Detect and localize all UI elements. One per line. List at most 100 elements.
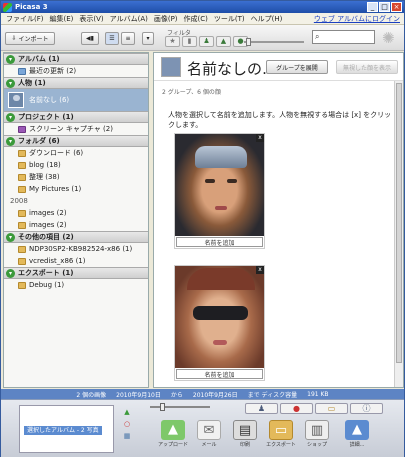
status-bar: 2 個の画像 2010年9月10日 から 2010年9月26日 まで ディスク容… — [1, 389, 404, 399]
print-button[interactable]: ▤ 印刷 — [227, 420, 263, 456]
section-albums[interactable]: ▾ アルバム (1) — [4, 53, 148, 65]
collapse-icon[interactable]: ▾ — [6, 112, 15, 122]
collapse-icon[interactable]: ▾ — [6, 268, 15, 278]
email-button[interactable]: ✉ メール — [191, 420, 227, 456]
menu-picture[interactable]: 画像(P) — [151, 14, 181, 24]
selected-album-label: 選択したアルバム - 2 写真 — [24, 426, 102, 435]
filter-slider[interactable] — [244, 38, 304, 46]
sidebar-item-folder[interactable]: images (2) — [4, 219, 148, 231]
shop-button[interactable]: ▥ ショップ — [299, 420, 335, 456]
sidebar-item-label: 最近の更新 (2) — [29, 67, 77, 75]
menu-album[interactable]: アルバム(A) — [107, 14, 151, 24]
sidebar-item-recent[interactable]: 最近の更新 (2) — [4, 65, 148, 77]
slideshow-button[interactable]: ◀▮ — [81, 32, 99, 45]
sidebar-item-folder[interactable]: 整理 (38) — [4, 171, 148, 183]
menu-file[interactable]: ファイル(F) — [3, 14, 47, 24]
sidebar-item-screen-capture[interactable]: スクリーン キャプチャ (2) — [4, 123, 148, 135]
sidebar-item-folder[interactable]: NDP30SP2-KB982524-x86 (1) — [4, 243, 148, 255]
filter-faces-button[interactable]: ♟ — [199, 36, 214, 47]
view-list-button[interactable]: ☰ — [105, 32, 119, 45]
web-album-login-link[interactable]: ウェブ アルバムにログイン — [314, 14, 400, 24]
sidebar-item-folder[interactable]: images (2) — [4, 207, 148, 219]
section-projects[interactable]: ▾ プロジェクト (1) — [4, 111, 148, 123]
section-other[interactable]: ▾ その他の項目 (2) — [4, 231, 148, 243]
add-to-album-button[interactable]: ▦ — [120, 432, 134, 441]
thumbnail-size-slider[interactable] — [150, 403, 210, 411]
face-thumbnail[interactable]: x — [175, 266, 264, 368]
face-card[interactable]: x 名前を追加 — [174, 133, 265, 249]
sidebar-item-folder[interactable]: vcredist_x86 (1) — [4, 255, 148, 267]
view-dropdown-button[interactable]: ▾ — [142, 32, 154, 45]
group-summary: 2 グループ、6 個の顔 — [162, 89, 221, 96]
menu-help[interactable]: ヘルプ(H) — [248, 14, 286, 24]
picasa-app-icon — [3, 2, 12, 12]
export-button[interactable]: ▭ エクスポート — [263, 420, 299, 456]
star-icon: ★ — [169, 37, 176, 45]
more-button[interactable]: ▲ 詳細... — [339, 420, 375, 456]
people-tool-button[interactable]: ♟ — [245, 403, 278, 414]
sidebar-item-folder[interactable]: Debug (1) — [4, 279, 148, 291]
person-name[interactable]: 名前なしの… — [187, 58, 277, 79]
location-pin-icon: ● — [237, 37, 244, 45]
tray-selection[interactable]: 選択したアルバム - 2 写真 — [19, 405, 114, 453]
menu-create[interactable]: 作成(C) — [181, 14, 211, 24]
close-button[interactable]: × — [391, 2, 402, 12]
add-name-field[interactable]: 名前を追加 — [176, 237, 263, 247]
maximize-button[interactable]: □ — [379, 2, 390, 12]
sidebar-item-label: images (2) — [29, 221, 67, 229]
instruction-text: 人物を選択して名前を追加します。人物を無視する場合は [x] をクリックします。 — [168, 111, 392, 129]
collapse-icon[interactable]: ▾ — [6, 136, 15, 146]
slider-knob[interactable] — [160, 403, 165, 411]
scrollbar-thumb[interactable] — [396, 83, 402, 363]
sidebar-item-folder[interactable]: blog (18) — [4, 159, 148, 171]
filter-video-button[interactable]: ▮ — [182, 36, 197, 47]
collapse-icon[interactable]: ▾ — [6, 232, 15, 242]
year-divider: 2008 — [10, 197, 28, 205]
folder-icon — [18, 221, 26, 229]
section-title: その他の項目 (2) — [18, 233, 74, 241]
filter-slider-knob[interactable] — [246, 38, 251, 46]
upload-button[interactable]: ▲ アップロード — [155, 420, 191, 456]
menu-edit[interactable]: 編集(E) — [47, 14, 77, 24]
section-folders[interactable]: ▾ フォルダ (6) — [4, 135, 148, 147]
sidebar-item-folder[interactable]: ダウンロード (6) — [4, 147, 148, 159]
import-button[interactable]: ⇩ インポート — [5, 32, 55, 45]
library-sidebar: ▾ アルバム (1) 最近の更新 (2) ▾ 人物 (1) 名前なし (6) ▾ プロ… — [3, 52, 149, 388]
folder-icon — [18, 281, 26, 289]
vertical-scrollbar[interactable] — [394, 81, 403, 387]
face-card[interactable]: x 名前を追加 — [174, 265, 265, 381]
menu-view[interactable]: 表示(V) — [76, 14, 106, 24]
show-ignored-button[interactable]: 無視した顔を表示 — [336, 60, 398, 74]
sidebar-item-folder[interactable]: My Pictures (1) — [4, 183, 148, 195]
section-title: 人物 (1) — [18, 79, 46, 87]
section-export[interactable]: ▾ エクスポート (1) — [4, 267, 148, 279]
sidebar-item-unnamed[interactable]: 名前なし (6) — [4, 89, 148, 111]
tags-tool-button[interactable]: ▭ — [315, 403, 348, 414]
face-thumbnail[interactable]: x — [175, 134, 264, 236]
sparkle-icon: ✺ — [382, 29, 395, 47]
filter-starred-button[interactable]: ★ — [165, 36, 180, 47]
minimize-button[interactable]: _ — [367, 2, 378, 12]
folder-icon — [18, 209, 26, 217]
places-tool-button[interactable]: ● — [280, 403, 313, 414]
add-name-field[interactable]: 名前を追加 — [176, 369, 263, 379]
people-header: 名前なしの… グループを展開 無視した顔を表示 — [154, 53, 403, 81]
hold-button[interactable]: ▲ — [120, 408, 134, 417]
section-people[interactable]: ▾ 人物 (1) — [4, 77, 148, 89]
list-view-icon: ☰ — [109, 35, 115, 42]
menu-tools[interactable]: ツール(T) — [211, 14, 248, 24]
clear-button[interactable]: ○ — [120, 420, 134, 429]
collapse-icon[interactable]: ▾ — [6, 78, 15, 88]
folder-icon — [18, 161, 26, 169]
info-tool-button[interactable]: ⓘ — [350, 403, 383, 414]
filter-uploaded-button[interactable]: ▲ — [216, 36, 231, 47]
collapse-icon[interactable]: ▾ — [6, 54, 15, 64]
view-tree-button[interactable]: ≡ — [121, 32, 135, 45]
ignore-face-icon[interactable]: x — [256, 134, 264, 142]
location-pin-icon: ● — [293, 404, 300, 413]
expand-group-button[interactable]: グループを展開 — [266, 60, 328, 74]
ignore-face-icon[interactable]: x — [256, 266, 264, 274]
picasa-window: Picasa 3 _ □ × ファイル(F) 編集(E) 表示(V) アルバム(… — [0, 0, 405, 457]
tag-icon: ▭ — [327, 404, 336, 413]
search-input[interactable]: ⌕ — [312, 30, 375, 44]
